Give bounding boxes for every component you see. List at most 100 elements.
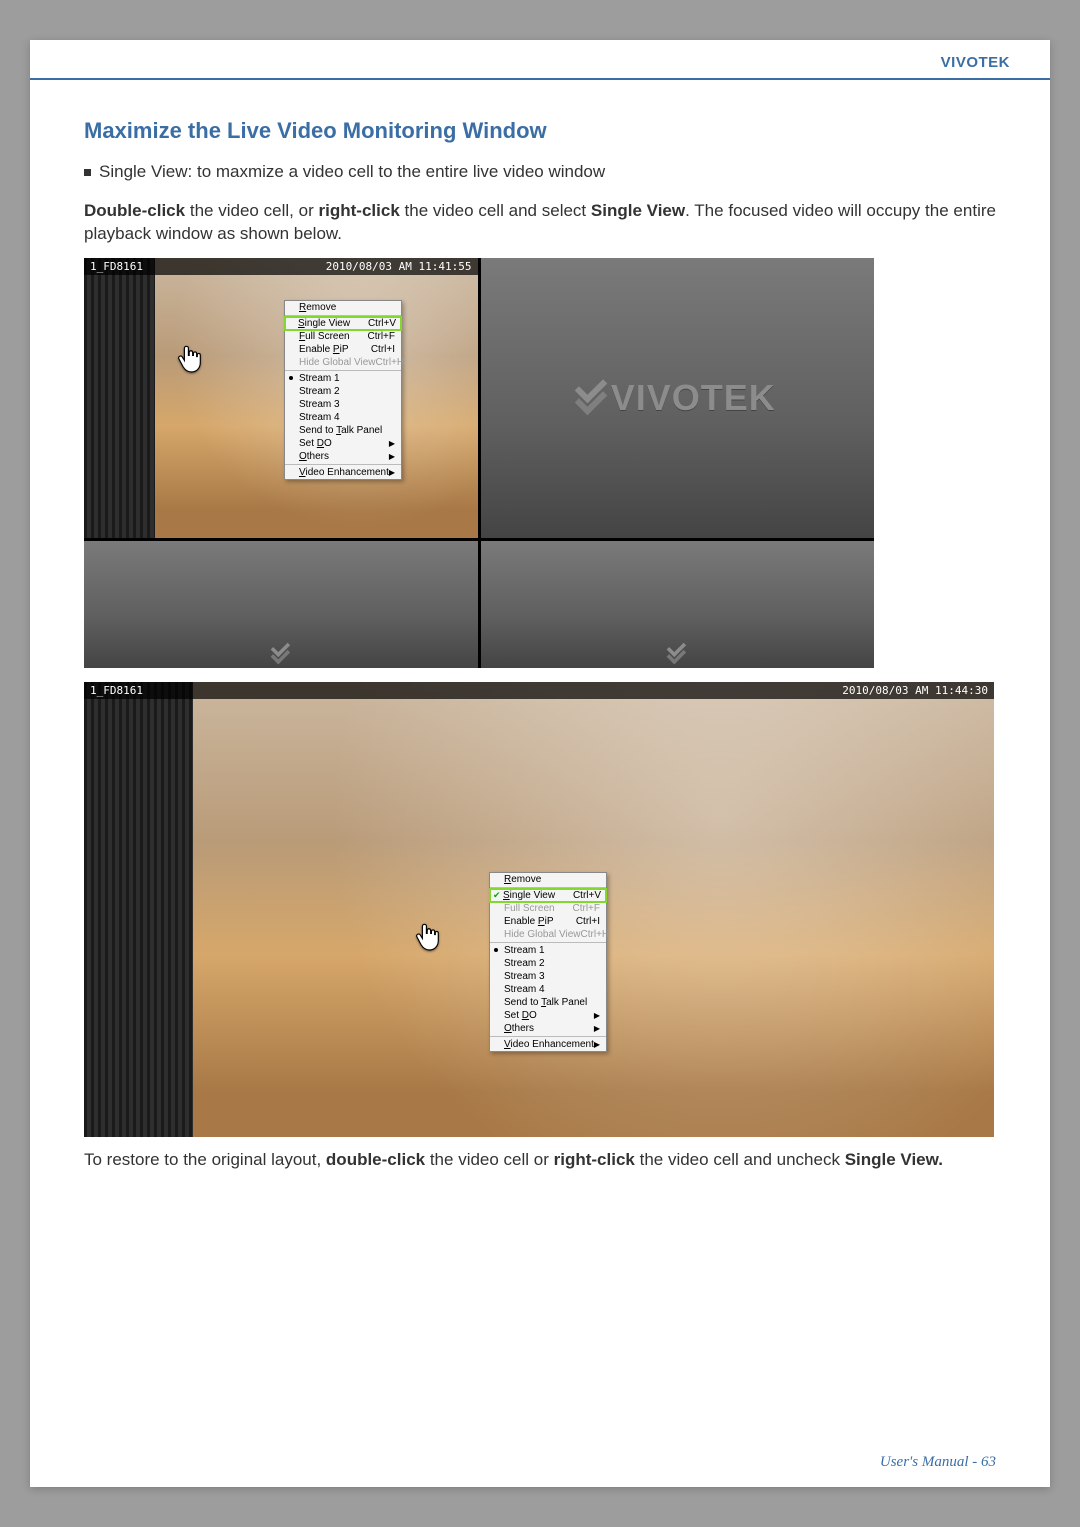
menu-label: Stream 2 — [299, 386, 340, 397]
menu-item-others[interactable]: Others▶ — [490, 1022, 606, 1035]
submenu-arrow-icon: ▶ — [389, 439, 395, 448]
menu-item-stream1[interactable]: Stream 1 — [490, 944, 606, 957]
menu-item-set-do[interactable]: Set DO▶ — [490, 1009, 606, 1022]
page: VIVOTEK Maximize the Live Video Monitori… — [30, 40, 1050, 1487]
screenshot-grid-view: 1_FD8161 2010/08/03 AM 11:41:55 Remove S… — [84, 258, 874, 668]
submenu-arrow-icon: ▶ — [594, 1024, 600, 1033]
menu-item-set-do[interactable]: Set DO▶ — [285, 437, 401, 450]
menu-separator — [285, 370, 401, 371]
bold-text: Single View — [591, 201, 685, 220]
shortcut-label: Ctrl+V — [573, 890, 601, 901]
check-icon: ✔ — [493, 890, 501, 901]
video-cell-active[interactable]: 1_FD8161 2010/08/03 AM 11:41:55 Remove S… — [84, 258, 478, 538]
video-feed-image — [84, 258, 478, 538]
text: the video cell and select — [400, 201, 591, 220]
menu-item-stream2[interactable]: Stream 2 — [285, 385, 401, 398]
shortcut-label: Ctrl+H — [581, 929, 610, 940]
text: the video cell, or — [185, 201, 318, 220]
video-cell-empty[interactable]: VIVOTEK — [481, 258, 875, 538]
menu-item-video-enhancement[interactable]: Video Enhancement▶ — [285, 466, 401, 479]
menu-item-single-view[interactable]: Single ViewCtrl+V — [284, 316, 402, 331]
video-cell-empty[interactable] — [84, 541, 478, 668]
vivotek-logo: VIVOTEK — [579, 377, 776, 419]
logo-check-icon — [273, 644, 289, 663]
menu-item-stream4[interactable]: Stream 4 — [285, 411, 401, 424]
video-overlay-bar: 1_FD8161 2010/08/03 AM 11:41:55 — [84, 258, 478, 275]
section-title: Maximize the Live Video Monitoring Windo… — [84, 118, 996, 144]
bold-text: Double-click — [84, 201, 185, 220]
menu-item-others[interactable]: Others▶ — [285, 450, 401, 463]
camera-id-label: 1_FD8161 — [90, 260, 143, 273]
text: the video cell and uncheck — [635, 1150, 845, 1169]
shortcut-label: Ctrl+H — [376, 357, 405, 368]
menu-label: Stream 1 — [504, 945, 545, 956]
menu-item-enable-pip[interactable]: Enable PiPCtrl+I — [285, 343, 401, 356]
bullet-text: Single View: to maxmize a video cell to … — [99, 162, 605, 182]
vivotek-logo-partial — [268, 638, 294, 668]
logo-check-icon — [669, 644, 685, 663]
menu-item-hide-global-view: Hide Global ViewCtrl+H — [490, 928, 606, 941]
bold-text: double-click — [326, 1150, 425, 1169]
menu-label: Stream 1 — [299, 373, 340, 384]
menu-item-full-screen[interactable]: Full ScreenCtrl+F — [490, 902, 606, 915]
menu-label: Stream 2 — [504, 958, 545, 969]
page-number: 63 — [981, 1454, 996, 1470]
menu-item-single-view[interactable]: ✔Single ViewCtrl+V — [489, 888, 607, 903]
square-bullet-icon — [84, 169, 91, 176]
instruction-paragraph-2: To restore to the original layout, doubl… — [84, 1149, 996, 1172]
placeholder-bg: VIVOTEK — [481, 258, 875, 538]
menu-separator — [285, 464, 401, 465]
context-menu: Remove ✔Single ViewCtrl+V Full ScreenCtr… — [489, 872, 607, 1052]
selected-dot-icon — [494, 948, 498, 952]
menu-item-stream3[interactable]: Stream 3 — [490, 970, 606, 983]
footer-label: User's Manual - — [880, 1454, 981, 1470]
menu-label: Hide Global View — [299, 357, 376, 368]
menu-item-hide-global-view: Hide Global ViewCtrl+H — [285, 356, 401, 369]
menu-item-stream1[interactable]: Stream 1 — [285, 372, 401, 385]
menu-item-enable-pip[interactable]: Enable PiPCtrl+I — [490, 915, 606, 928]
menu-label: Stream 4 — [504, 984, 545, 995]
menu-item-stream2[interactable]: Stream 2 — [490, 957, 606, 970]
text: To restore to the original layout, — [84, 1150, 326, 1169]
menu-item-remove[interactable]: Remove — [285, 301, 401, 314]
menu-item-send-talk[interactable]: Send to Talk Panel — [490, 996, 606, 1009]
bold-text: right-click — [319, 201, 400, 220]
camera-id-label: 1_FD8161 — [90, 684, 143, 697]
page-footer: User's Manual - 63 — [880, 1454, 996, 1471]
page-header: VIVOTEK — [30, 40, 1050, 80]
menu-item-video-enhancement[interactable]: Video Enhancement▶ — [490, 1038, 606, 1051]
screenshot-single-view[interactable]: 1_FD8161 2010/08/03 AM 11:44:30 Remove ✔… — [84, 682, 994, 1137]
menu-item-stream3[interactable]: Stream 3 — [285, 398, 401, 411]
menu-label: Stream 3 — [299, 399, 340, 410]
menu-item-stream4[interactable]: Stream 4 — [490, 983, 606, 996]
timestamp-label: 2010/08/03 AM 11:41:55 — [326, 260, 472, 273]
menu-item-full-screen[interactable]: Full ScreenCtrl+F — [285, 330, 401, 343]
brand-name: VIVOTEK — [941, 54, 1010, 71]
context-menu: Remove Single ViewCtrl+V Full ScreenCtrl… — [284, 300, 402, 480]
vivotek-logo-partial — [664, 638, 690, 668]
submenu-arrow-icon: ▶ — [389, 468, 395, 477]
shortcut-label: Ctrl+F — [573, 903, 601, 914]
shortcut-label: Ctrl+V — [368, 318, 396, 329]
bold-text: Single View. — [845, 1150, 943, 1169]
instruction-paragraph-1: Double-click the video cell, or right-cl… — [84, 200, 996, 246]
menu-label: Stream 4 — [299, 412, 340, 423]
menu-item-send-talk[interactable]: Send to Talk Panel — [285, 424, 401, 437]
text: the video cell or — [425, 1150, 554, 1169]
shortcut-label: Ctrl+F — [368, 331, 396, 342]
placeholder-bg — [481, 541, 875, 668]
content-area: Maximize the Live Video Monitoring Windo… — [30, 80, 1050, 1202]
video-cell-empty[interactable] — [481, 541, 875, 668]
menu-separator — [490, 1036, 606, 1037]
menu-label: Hide Global View — [504, 929, 581, 940]
placeholder-bg — [84, 541, 478, 668]
submenu-arrow-icon: ▶ — [594, 1011, 600, 1020]
video-overlay-bar: 1_FD8161 2010/08/03 AM 11:44:30 — [84, 682, 994, 699]
bold-text: right-click — [554, 1150, 635, 1169]
submenu-arrow-icon: ▶ — [594, 1040, 600, 1049]
timestamp-label: 2010/08/03 AM 11:44:30 — [842, 684, 988, 697]
selected-dot-icon — [289, 376, 293, 380]
submenu-arrow-icon: ▶ — [389, 452, 395, 461]
bullet-item: Single View: to maxmize a video cell to … — [84, 162, 996, 182]
menu-item-remove[interactable]: Remove — [490, 873, 606, 886]
